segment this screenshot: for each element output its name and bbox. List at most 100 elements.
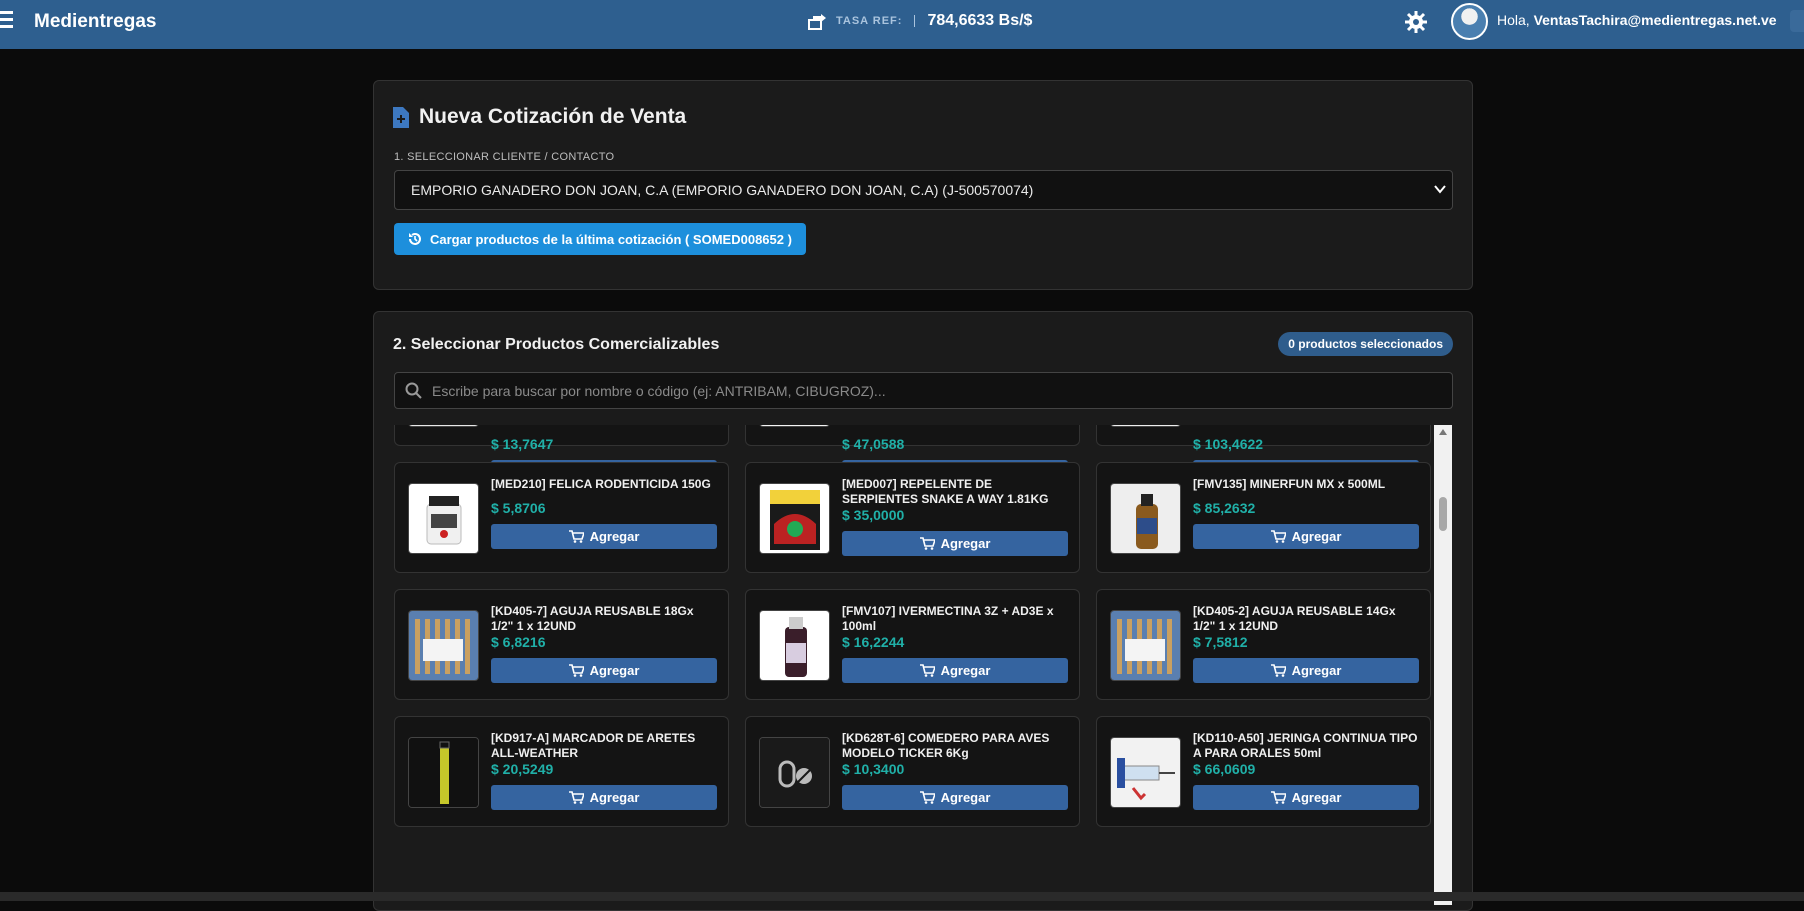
add-product-button[interactable]: Agregar [842, 658, 1068, 683]
product-price: $ 7,5812 [1193, 634, 1248, 650]
product-price: $ 5,8706 [491, 500, 546, 516]
cart-icon [919, 791, 935, 804]
product-card: $ 103,4622Agregar [1096, 425, 1431, 485]
rate-label: TASA REF: [836, 15, 903, 27]
page-title: Nueva Cotización de Venta [419, 105, 687, 128]
add-product-label: Agregar [1291, 529, 1342, 544]
load-last-quote-button[interactable]: Cargar productos de la última cotización… [394, 223, 806, 255]
avatar[interactable] [1451, 3, 1488, 40]
product-image [408, 737, 479, 808]
gear-icon[interactable] [1404, 10, 1428, 34]
menu-icon[interactable] [0, 11, 14, 31]
scroll-up-arrow[interactable] [1439, 429, 1447, 435]
client-select[interactable]: EMPORIO GANADERO DON JOAN, C.A (EMPORIO … [394, 170, 1453, 210]
products-section-title: 2. Seleccionar Productos Comercializable… [393, 336, 720, 353]
product-image [759, 483, 830, 554]
add-product-label: Agregar [940, 663, 991, 678]
product-price: $ 66,0609 [1193, 761, 1256, 777]
add-product-label: Agregar [589, 663, 640, 678]
product-name: [KD917-A] MARCADOR DE ARETES ALL-WEATHER [491, 731, 696, 760]
greeting-prefix: Hola, [1497, 12, 1534, 28]
document-plus-icon [393, 106, 409, 128]
cart-icon [1270, 791, 1286, 804]
cart-icon [919, 537, 935, 550]
add-product-button[interactable]: Agregar [1193, 524, 1419, 549]
product-image [1110, 610, 1181, 681]
product-card: [KD917-A] MARCADOR DE ARETES ALL-WEATHER… [394, 716, 729, 827]
bottom-strip [0, 892, 1804, 901]
product-grid-viewport: $ 13,7647Agregar$ 47,0588Agregar$ 103,46… [394, 425, 1447, 905]
add-product-button[interactable]: Agregar [491, 524, 717, 549]
product-card: [KD405-2] AGUJA REUSABLE 14Gx 1/2" 1 x 1… [1096, 589, 1431, 700]
product-image [408, 483, 479, 554]
product-card: [FMV135] MINERFUN MX x 500ML $ 85,2632 Agr… [1096, 462, 1431, 573]
add-product-button[interactable]: Agregar [491, 658, 717, 683]
search-icon [405, 382, 422, 399]
cart-icon [568, 530, 584, 543]
product-price: $ 47,0588 [842, 436, 905, 452]
top-navbar: Medientregas TASA REF: 784,6633 Bs/$ Hol… [0, 0, 1804, 49]
page-title-row: Nueva Cotización de Venta [393, 105, 686, 129]
add-product-label: Agregar [1291, 663, 1342, 678]
add-product-button[interactable]: Agregar [1193, 658, 1419, 683]
cart-icon [919, 664, 935, 677]
product-name: [FMV107] IVERMECTINA 3Z + AD3E x 100ml [842, 604, 1054, 633]
product-card: [KD405-7] AGUJA REUSABLE 18Gx 1/2" 1 x 1… [394, 589, 729, 700]
product-card: [FMV107] IVERMECTINA 3Z + AD3E x 100ml $ … [745, 589, 1080, 700]
load-last-quote-label: Cargar productos de la última cotización… [430, 231, 792, 247]
product-image [1110, 737, 1181, 808]
product-name: [KD110-A50] JERINGA CONTINUA TIPO A PARA… [1193, 731, 1418, 760]
exchange-rate-icon [808, 14, 826, 30]
product-name: [KD405-2] AGUJA REUSABLE 14Gx 1/2" 1 x 1… [1193, 604, 1396, 633]
product-card: [MED007] REPELENTE DE SERPIENTES SNAKE A… [745, 462, 1080, 573]
product-name: [MED007] REPELENTE DE SERPIENTES SNAKE A… [842, 477, 1049, 506]
product-name: [MED210] FELICA RODENTICIDA 150G [491, 477, 711, 491]
chevron-down-icon [1434, 185, 1446, 194]
add-product-button[interactable]: Agregar [842, 531, 1068, 556]
quote-header-card: Nueva Cotización de Venta 1. SELECCIONAR… [373, 80, 1473, 290]
product-name: [KD628T-6] COMEDERO PARA AVES MODELO TIC… [842, 731, 1050, 760]
add-product-button[interactable]: Agregar [1193, 785, 1419, 810]
product-price: $ 35,0000 [842, 507, 905, 523]
product-search[interactable] [394, 372, 1453, 409]
add-product-label: Agregar [1291, 790, 1342, 805]
product-price: $ 6,8216 [491, 634, 546, 650]
logout-button[interactable] [1790, 10, 1804, 32]
client-section-label: 1. SELECCIONAR CLIENTE / CONTACTO [394, 151, 615, 163]
product-image [1110, 483, 1181, 554]
product-price: $ 20,5249 [491, 761, 554, 777]
scrollbar[interactable] [1434, 425, 1452, 905]
history-icon [409, 233, 421, 245]
selected-count-badge: 0 productos seleccionados [1278, 332, 1453, 356]
product-card: [MED210] FELICA RODENTICIDA 150G $ 5,8706… [394, 462, 729, 573]
add-product-button[interactable]: Agregar [491, 785, 717, 810]
product-image [759, 610, 830, 681]
scroll-thumb[interactable] [1439, 497, 1447, 531]
rate-divider [914, 15, 916, 27]
rate-value: 784,6633 Bs/$ [927, 12, 1033, 29]
product-name: [FMV135] MINERFUN MX x 500ML [1193, 477, 1386, 491]
product-price: $ 103,4622 [1193, 436, 1264, 452]
product-grid: $ 13,7647Agregar$ 47,0588Agregar$ 103,46… [394, 425, 1431, 827]
user-greeting[interactable]: Hola, VentasTachira@medientregas.net.ve [1497, 12, 1777, 28]
product-price: $ 85,2632 [1193, 500, 1256, 516]
product-card: $ 13,7647Agregar [394, 425, 729, 485]
add-product-label: Agregar [589, 529, 640, 544]
add-product-button[interactable]: Agregar [842, 785, 1068, 810]
search-input[interactable] [432, 382, 1432, 399]
product-price: $ 13,7647 [491, 436, 554, 452]
brand-name[interactable]: Medientregas [34, 11, 156, 33]
client-select-value: EMPORIO GANADERO DON JOAN, C.A (EMPORIO … [411, 182, 1034, 198]
user-email: VentasTachira@medientregas.net.ve [1533, 12, 1777, 28]
product-card: $ 47,0588Agregar [745, 425, 1080, 485]
add-product-label: Agregar [940, 790, 991, 805]
exchange-rate: TASA REF: 784,6633 Bs/$ [808, 12, 1032, 30]
product-image [759, 737, 830, 808]
product-image [408, 610, 479, 681]
cart-icon [1270, 530, 1286, 543]
product-name: [KD405-7] AGUJA REUSABLE 18Gx 1/2" 1 x 1… [491, 604, 694, 633]
product-card: [KD110-A50] JERINGA CONTINUA TIPO A PARA… [1096, 716, 1431, 827]
products-card: 2. Seleccionar Productos Comercializable… [373, 311, 1473, 911]
product-price: $ 16,2244 [842, 634, 905, 650]
product-image [759, 425, 830, 427]
